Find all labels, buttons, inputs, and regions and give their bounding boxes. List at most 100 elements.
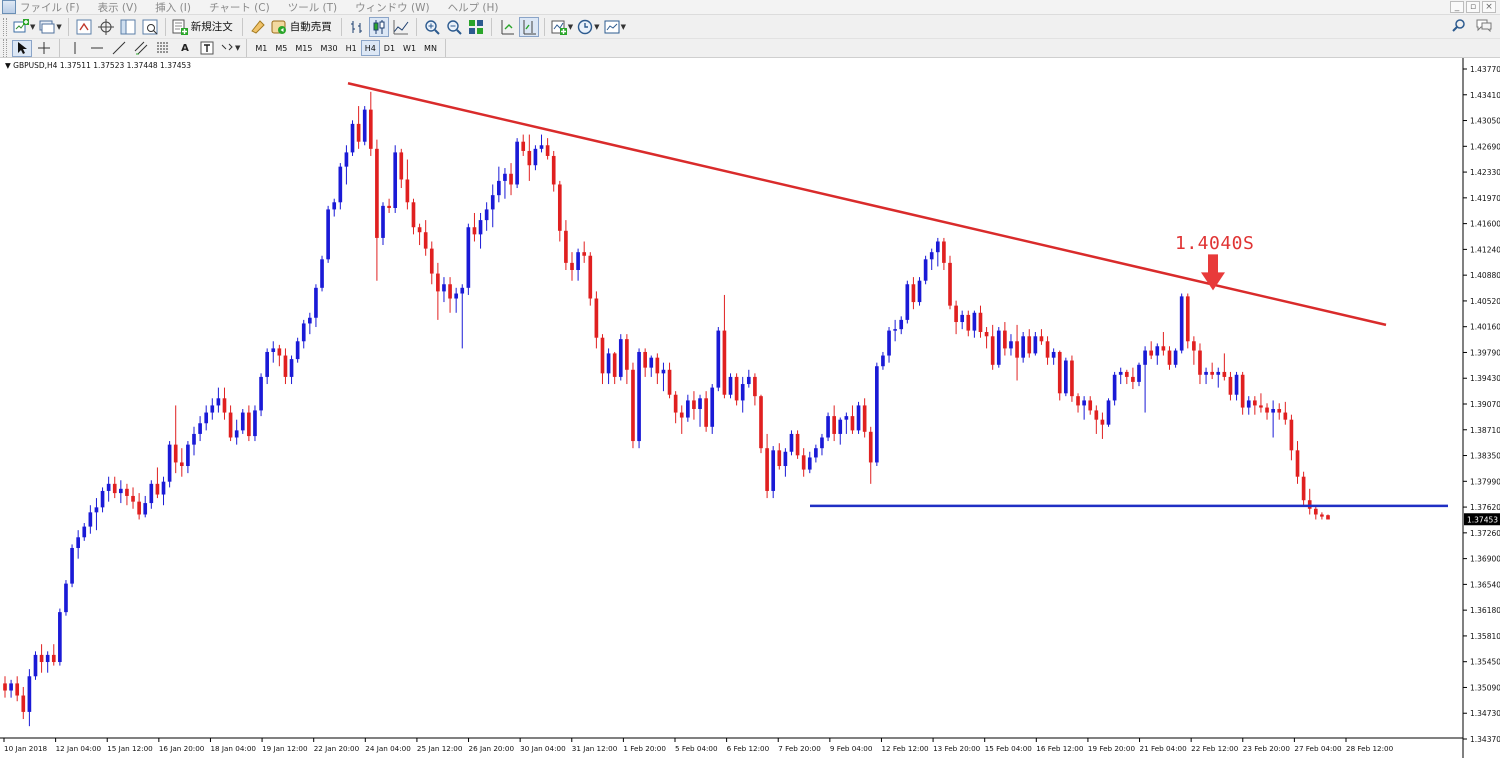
menu-help[interactable]: ヘルプ (H) <box>448 0 499 15</box>
candle-body <box>149 483 154 504</box>
close-icon[interactable]: × <box>1482 1 1496 13</box>
chevron-down-icon: ▼ <box>56 22 62 31</box>
timeframe-mn[interactable]: MN <box>420 40 441 56</box>
candle-body <box>673 394 678 413</box>
candle-body <box>1003 330 1007 349</box>
search-icon[interactable] <box>1452 18 1466 32</box>
candle-body <box>649 357 654 368</box>
timeframe-h1[interactable]: H1 <box>342 40 361 56</box>
restore-icon[interactable]: ▫ <box>1466 1 1480 13</box>
market-watch-button[interactable] <box>74 17 94 37</box>
candle-body <box>1149 350 1154 356</box>
candle-body <box>777 450 782 467</box>
menu-tools[interactable]: ツール (T) <box>288 0 337 15</box>
x-tick-label: 21 Feb 04:00 <box>1140 744 1188 753</box>
x-tick-label: 26 Jan 20:00 <box>469 744 515 753</box>
text-label-button[interactable] <box>197 40 217 57</box>
crosshair-tool-button[interactable] <box>34 40 54 57</box>
candle-body <box>1106 400 1111 425</box>
new-order-icon <box>172 19 188 35</box>
candle-body <box>429 248 434 274</box>
terminal-button[interactable] <box>140 17 160 37</box>
timeframe-m30[interactable]: M30 <box>316 40 341 56</box>
line-chart-button[interactable] <box>391 17 411 37</box>
candle-body <box>381 205 385 238</box>
timeframe-m15[interactable]: M15 <box>291 40 316 56</box>
candle-body <box>625 339 629 370</box>
toolbar-separator <box>490 17 492 36</box>
bar-chart-button[interactable] <box>347 17 367 37</box>
price-chart[interactable]: 1.43770 1.43410 1.43050 1.42690 1.42330 1.419… <box>0 58 1500 758</box>
candle-body <box>70 547 74 584</box>
candle-body <box>320 259 324 288</box>
candle-body <box>539 145 544 149</box>
y-tick-label: 1.34730 <box>1470 709 1500 718</box>
candle-body <box>911 284 916 303</box>
candle-body <box>722 330 727 395</box>
cursor-tool-button[interactable] <box>12 39 32 57</box>
text-tool-button[interactable]: A <box>175 40 195 57</box>
minimize-icon[interactable]: _ <box>1450 1 1464 13</box>
menu-file[interactable]: ファイル (F) <box>20 0 80 15</box>
menu-window[interactable]: ウィンドウ (W) <box>355 0 429 15</box>
navigator-button[interactable] <box>118 17 138 37</box>
arrows-button[interactable]: ▼ <box>219 40 241 57</box>
menu-insert[interactable]: 挿入 (I) <box>155 0 191 15</box>
candle-body <box>332 202 337 210</box>
trendline-icon <box>112 41 126 55</box>
timeframe-m1[interactable]: M1 <box>251 40 271 56</box>
timeframe-w1[interactable]: W1 <box>399 40 420 56</box>
candle-body <box>1179 296 1184 351</box>
candle-body <box>600 337 605 374</box>
templates-button[interactable]: ▼ <box>603 17 627 37</box>
channel-button[interactable] <box>131 40 151 57</box>
new-chart-button[interactable]: ▼ <box>12 17 36 37</box>
x-tick-label: 25 Jan 12:00 <box>417 744 463 753</box>
candle-body <box>667 369 672 395</box>
tile-windows-button[interactable] <box>466 17 486 37</box>
candle-body <box>295 341 300 360</box>
chat-icon[interactable] <box>1476 18 1492 32</box>
chart-window[interactable]: 1.43770 1.43410 1.43050 1.42690 1.42330 1.419… <box>0 58 1500 758</box>
horizontal-line-button[interactable] <box>87 40 107 57</box>
trendline-button[interactable] <box>109 40 129 57</box>
chart-shift-button[interactable] <box>518 16 539 37</box>
channel-icon <box>134 41 148 55</box>
candle-body <box>716 330 721 388</box>
candlestick-chart-button[interactable] <box>368 16 389 37</box>
crosshair-move-icon <box>97 18 114 35</box>
auto-scroll-button[interactable] <box>497 17 517 37</box>
candle-body <box>1204 371 1208 375</box>
candle-body <box>734 376 739 401</box>
y-tick-label: 1.34370 <box>1470 735 1500 744</box>
toolbar-separator <box>164 17 166 36</box>
candle-body <box>472 227 477 235</box>
auto-trading-button[interactable] <box>248 17 268 37</box>
candle-body <box>527 150 532 166</box>
zoom-in-button[interactable] <box>422 17 442 37</box>
toolbar-grip[interactable] <box>3 39 7 57</box>
zoom-out-button[interactable] <box>444 17 464 37</box>
fibonacci-button[interactable] <box>153 40 173 57</box>
y-tick-label: 1.38710 <box>1470 426 1500 435</box>
candle-body <box>1100 419 1105 425</box>
data-window-button[interactable] <box>96 17 116 37</box>
candle-body <box>1070 360 1074 397</box>
y-tick-label: 1.37260 <box>1470 529 1500 538</box>
toolbar-separator <box>59 39 60 57</box>
candle-body <box>789 433 794 452</box>
timeframe-h4[interactable]: H4 <box>360 40 380 56</box>
timeframe-d1[interactable]: D1 <box>380 40 399 56</box>
menu-chart[interactable]: チャート (C) <box>209 0 270 15</box>
navigator-icon <box>120 19 136 34</box>
profiles-button[interactable]: ▼ <box>38 17 62 37</box>
candle-body <box>807 457 812 470</box>
new-order-button[interactable]: 新規注文 <box>171 17 237 37</box>
indicators-button[interactable]: ▼ <box>550 17 574 37</box>
auto-trade-button[interactable]: 自動売買 <box>270 17 336 37</box>
periods-button[interactable]: ▼ <box>576 17 600 37</box>
menu-view[interactable]: 表示 (V) <box>98 0 138 15</box>
vertical-line-button[interactable] <box>65 40 85 57</box>
toolbar-grip[interactable] <box>3 17 7 36</box>
timeframe-m5[interactable]: M5 <box>271 40 291 56</box>
